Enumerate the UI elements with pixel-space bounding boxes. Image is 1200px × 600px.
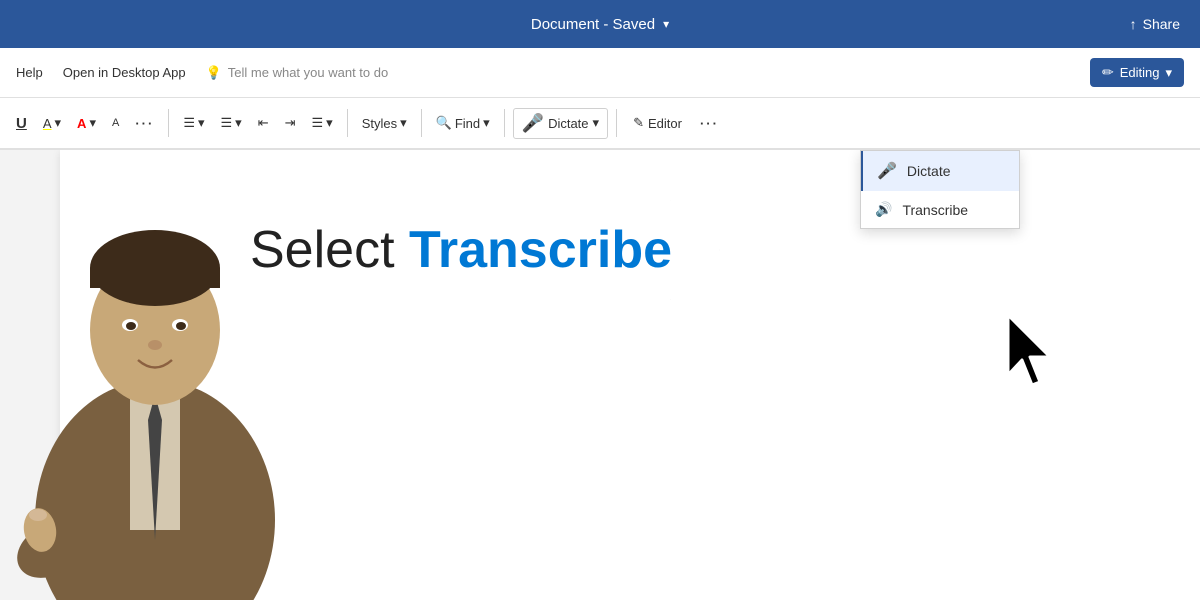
more-tools-button[interactable]: ···: [694, 112, 725, 135]
editing-label: Editing: [1120, 65, 1160, 80]
align-chevron-icon: ▾: [326, 115, 333, 131]
main-content: Select Transcribe 🎤 Dictate 🔊 Transcribe: [0, 150, 1200, 600]
font-size-button[interactable]: A: [106, 113, 125, 133]
find-icon: 🔍: [436, 115, 452, 131]
person-figure: [0, 160, 310, 600]
dictate-dropdown: 🎤 Dictate 🔊 Transcribe: [860, 150, 1020, 229]
separator-4: [504, 109, 505, 137]
highlight-chevron-icon: ▾: [55, 115, 62, 131]
styles-label: Styles: [362, 116, 397, 131]
callout-text: Select Transcribe: [250, 221, 672, 279]
dictate-menu-item[interactable]: 🎤 Dictate: [861, 151, 1019, 191]
more-format-button[interactable]: ···: [129, 112, 160, 135]
dictate-menu-label: Dictate: [907, 163, 951, 179]
more-format-icon: ···: [135, 116, 154, 131]
find-label: Find: [455, 116, 480, 131]
separator-3: [421, 109, 422, 137]
font-color-icon: A: [77, 116, 86, 131]
callout-highlight-text: Transcribe: [409, 221, 672, 279]
underline-label: U: [16, 115, 27, 132]
dictate-chevron-icon: ▾: [593, 115, 600, 131]
indent-decrease-icon: ⇤: [258, 115, 269, 131]
help-bar: Help Open in Desktop App 💡 Tell me what …: [0, 48, 1200, 98]
transcribe-menu-label: Transcribe: [902, 202, 968, 218]
toolbar: U A ▾ A ▾ A ··· ☰ ▾ ☰ ▾ ⇤ ⇥ ☰ ▾ Styles ▾…: [0, 98, 1200, 150]
find-button[interactable]: 🔍 Find ▾: [430, 111, 496, 135]
more-tools-icon: ···: [700, 116, 719, 131]
share-icon: ↑: [1130, 16, 1137, 32]
editor-button[interactable]: ✎ Editor: [625, 111, 690, 135]
dictate-label: Dictate: [548, 116, 588, 131]
editing-button[interactable]: ✏ Editing ▾: [1090, 58, 1184, 87]
numbered-list-chevron-icon: ▾: [235, 115, 242, 131]
font-color-chevron-icon: ▾: [89, 115, 96, 131]
lightbulb-icon: 💡: [206, 65, 222, 81]
editing-chevron-icon: ▾: [1165, 65, 1172, 81]
dictate-button[interactable]: 🎤 Dictate ▾: [513, 108, 608, 139]
highlight-button[interactable]: A ▾: [37, 111, 67, 135]
align-button[interactable]: ☰ ▾: [306, 111, 339, 135]
title-chevron-icon[interactable]: ▾: [663, 17, 669, 31]
transcribe-menu-item[interactable]: 🔊 Transcribe: [861, 191, 1019, 228]
title-bar-content: Document - Saved ▾: [531, 16, 669, 33]
share-button[interactable]: ↑ Share: [1110, 0, 1200, 48]
align-icon: ☰: [312, 115, 324, 131]
find-chevron-icon: ▾: [483, 115, 490, 131]
indent-increase-icon: ⇥: [285, 115, 296, 131]
indent-increase-button[interactable]: ⇥: [279, 111, 302, 135]
indent-decrease-button[interactable]: ⇤: [252, 111, 275, 135]
share-label: Share: [1143, 16, 1180, 32]
open-desktop-button[interactable]: Open in Desktop App: [63, 65, 186, 80]
editing-pencil-icon: ✏: [1102, 64, 1114, 81]
bullet-list-icon: ☰: [183, 115, 195, 131]
title-bar: Document - Saved ▾ ↑ Share: [0, 0, 1200, 48]
separator-1: [168, 109, 169, 137]
open-desktop-label: Open in Desktop App: [63, 65, 186, 80]
mic-icon: 🎤: [522, 113, 544, 134]
numbered-list-icon: ☰: [221, 115, 233, 131]
document-title: Document - Saved: [531, 16, 655, 33]
font-color-button[interactable]: A ▾: [71, 111, 102, 135]
font-size-icon: A: [112, 117, 119, 129]
styles-button[interactable]: Styles ▾: [356, 111, 413, 135]
tell-me-input[interactable]: 💡 Tell me what you want to do: [206, 65, 1070, 81]
numbered-list-button[interactable]: ☰ ▾: [215, 111, 248, 135]
underline-button[interactable]: U: [10, 111, 33, 136]
help-label[interactable]: Help: [16, 65, 43, 80]
cursor-arrow: [1000, 310, 1070, 395]
dictate-mic-icon: 🎤: [877, 161, 897, 181]
separator-5: [616, 109, 617, 137]
tell-me-placeholder: Tell me what you want to do: [228, 65, 388, 80]
bullet-list-chevron-icon: ▾: [198, 115, 205, 131]
styles-chevron-icon: ▾: [400, 115, 407, 131]
highlight-icon: A: [43, 116, 52, 131]
separator-2: [347, 109, 348, 137]
editor-label: Editor: [648, 116, 682, 131]
editor-icon: ✎: [633, 115, 644, 131]
bullet-list-button[interactable]: ☰ ▾: [177, 111, 210, 135]
transcribe-speaker-icon: 🔊: [875, 201, 892, 218]
